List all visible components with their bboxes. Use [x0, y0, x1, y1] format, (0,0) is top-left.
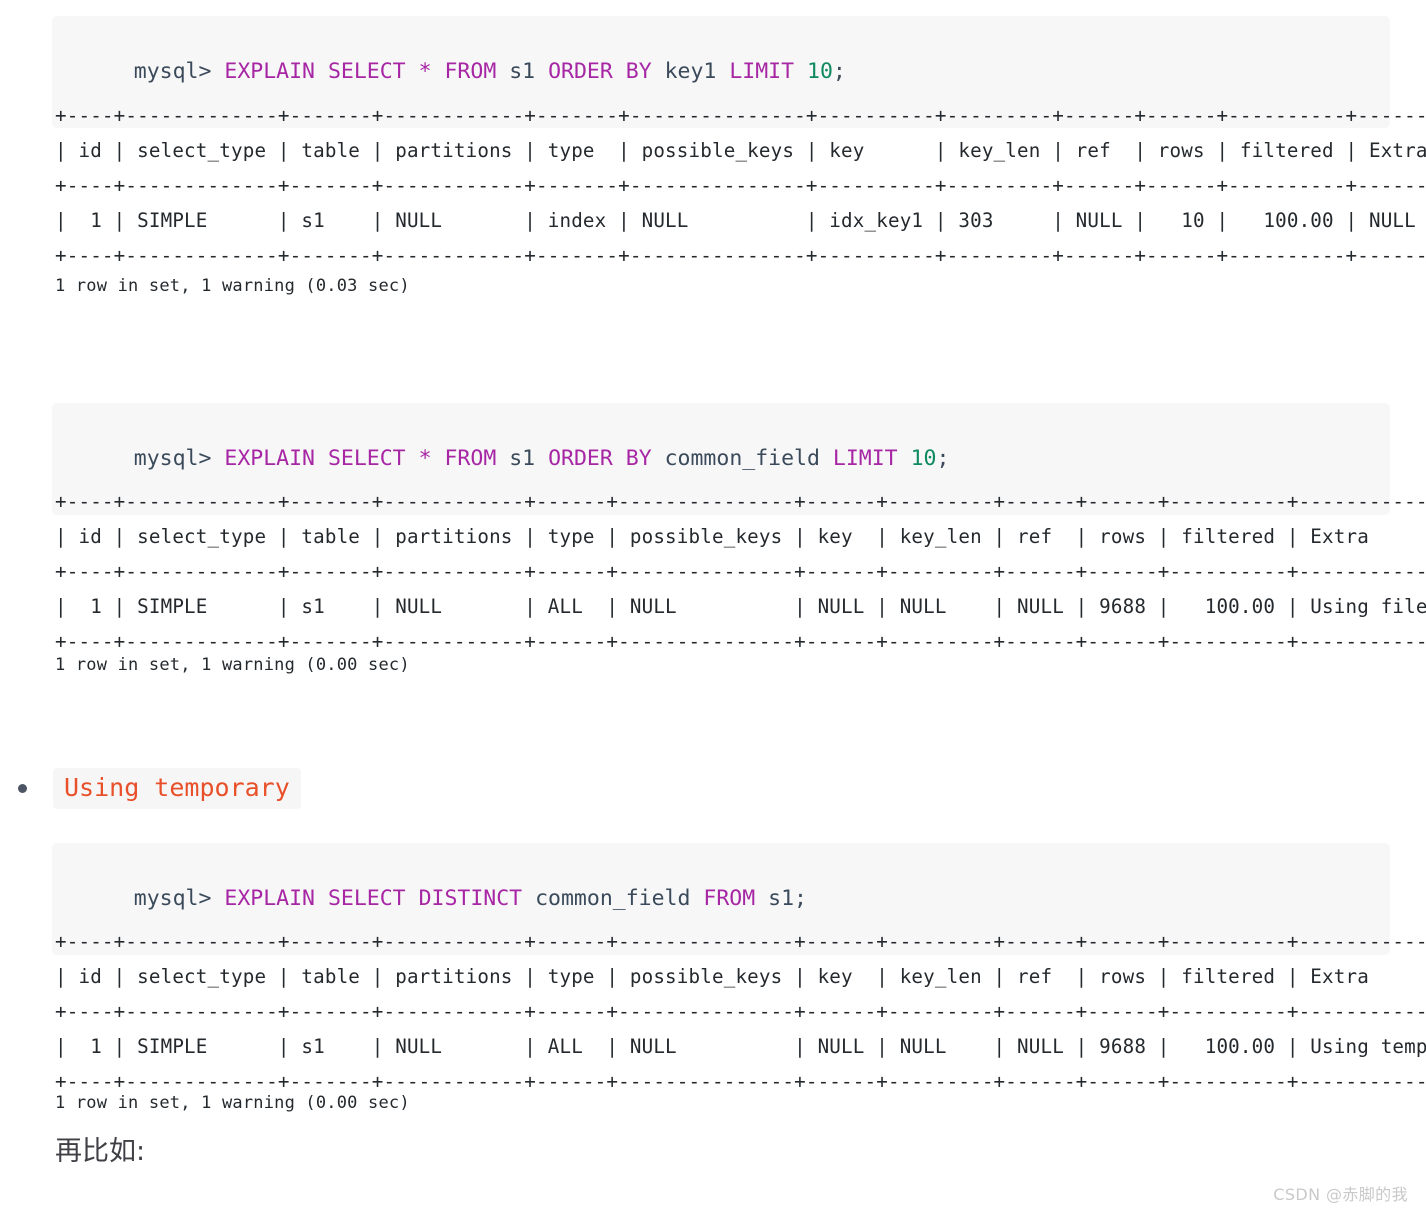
sql-keyword-from: FROM — [444, 59, 497, 84]
bullet-dot-icon — [18, 784, 27, 793]
sql-number: 10 — [807, 59, 833, 84]
sql-table-name: s1 — [509, 59, 536, 84]
sql-keyword-limit: LIMIT — [832, 446, 898, 471]
sql-column-name: key1 — [664, 59, 717, 84]
sql-keyword-from: FROM — [703, 886, 756, 911]
mysql-prompt: mysql> — [133, 886, 225, 911]
sql-keyword-from: FROM — [444, 446, 497, 471]
sql-column-name: common_field — [535, 886, 691, 911]
list-item-using-temporary: Using temporary — [0, 768, 600, 809]
sql-keyword-explain: EXPLAIN — [224, 59, 315, 84]
status-line-3: 1 row in set, 1 warning (0.00 sec) — [55, 1093, 410, 1113]
mysql-prompt: mysql> — [133, 59, 225, 84]
sql-keyword-explain: EXPLAIN — [224, 446, 315, 471]
sql-keyword-limit: LIMIT — [729, 59, 795, 84]
sql-table-name: s1 — [768, 886, 795, 911]
sql-semicolon: ; — [794, 886, 807, 911]
sql-keyword-by: BY — [625, 446, 652, 471]
paragraph-text: 再比如: — [55, 1136, 146, 1167]
sql-keyword-select: SELECT — [327, 446, 406, 471]
result-table-order-by-key1: +----+-------------+-------+------------… — [55, 104, 1426, 267]
sql-semicolon: ; — [832, 59, 846, 84]
inline-code-using-temporary: Using temporary — [53, 768, 301, 809]
sql-keyword-order: ORDER — [548, 59, 613, 84]
sql-keyword-select: SELECT — [327, 886, 406, 911]
sql-keyword-explain: EXPLAIN — [224, 886, 315, 911]
status-line-1: 1 row in set, 1 warning (0.03 sec) — [55, 276, 410, 296]
sql-semicolon: ; — [936, 446, 950, 471]
sql-keyword-select: SELECT — [327, 59, 406, 84]
csdn-watermark: CSDN @赤脚的我 — [1273, 1185, 1408, 1204]
result-table-order-by-common-field: +----+-------------+-------+------------… — [55, 490, 1426, 653]
result-table-select-distinct: +----+-------------+-------+------------… — [55, 930, 1426, 1093]
sql-star: * — [418, 59, 432, 84]
sql-number: 10 — [910, 446, 937, 471]
sql-star: * — [418, 446, 432, 471]
sql-keyword-distinct: DISTINCT — [418, 886, 523, 911]
status-line-2: 1 row in set, 1 warning (0.00 sec) — [55, 655, 410, 675]
sql-table-name: s1 — [509, 446, 536, 471]
sql-keyword-order: ORDER — [548, 446, 613, 471]
sql-column-name: common_field — [664, 446, 820, 471]
article-page: mysql> EXPLAIN SELECT * FROM s1 ORDER BY… — [0, 0, 1426, 1213]
sql-keyword-by: BY — [625, 59, 652, 84]
mysql-prompt: mysql> — [133, 446, 225, 471]
